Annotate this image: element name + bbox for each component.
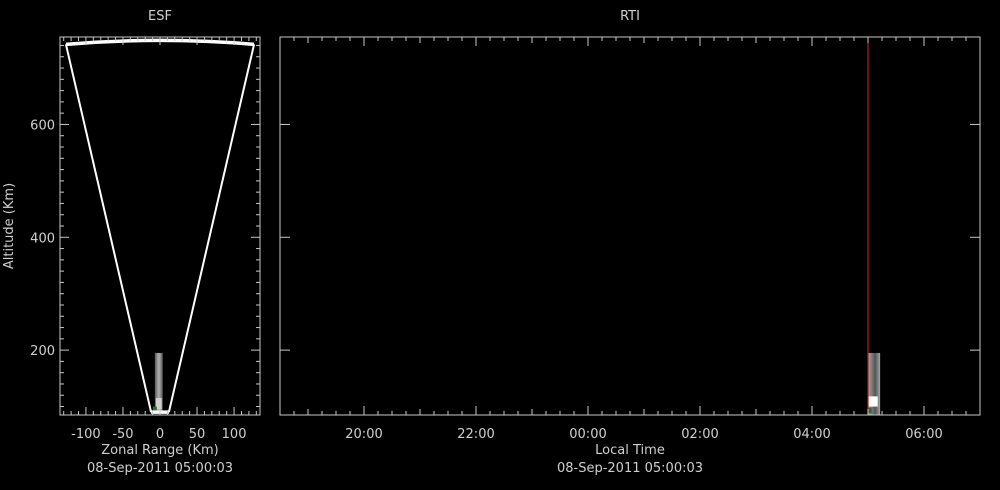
rti-x-tick-label: 02:00	[681, 427, 718, 442]
esf-beam-right-edge	[167, 44, 256, 413]
esf-timestamp: 08-Sep-2011 05:00:03	[87, 461, 233, 476]
esf-title: ESF	[148, 9, 172, 24]
rti-x-tick-label: 22:00	[457, 427, 494, 442]
esf-x-tick-label: -100	[71, 427, 101, 442]
esf-echo-region	[152, 352, 163, 414]
esf-panel: ESF Zonal Range (Km) 08-Sep-2011 05:00:0…	[2, 9, 261, 476]
esf-y-axis-label: Altitude (Km)	[2, 183, 17, 269]
esf-x-tick-label: -50	[112, 427, 133, 442]
esf-beam-left-edge	[64, 44, 153, 413]
esf-axes: -100 -50 0 50 100 200 400 600	[30, 36, 261, 442]
rti-panel: RTI Local Time 08-Sep-2011 05:00:03 20:0…	[279, 9, 981, 476]
rti-timestamp: 08-Sep-2011 05:00:03	[557, 461, 703, 476]
rti-x-tick-label: 00:00	[569, 427, 606, 442]
esf-x-axis-label: Zonal Range (Km)	[101, 443, 218, 458]
chart-canvas: ESF Zonal Range (Km) 08-Sep-2011 05:00:0…	[2, 9, 981, 476]
rti-echo-strong	[868, 396, 878, 407]
esf-y-tick-label: 400	[30, 231, 55, 246]
esf-x-tick-label: 100	[222, 427, 247, 442]
rti-x-tick-label: 04:00	[793, 427, 830, 442]
rti-title: RTI	[620, 9, 640, 24]
esf-y-tick-label: 600	[30, 118, 55, 133]
esf-y-tick-label: 200	[30, 344, 55, 359]
rti-x-tick-label: 06:00	[905, 427, 942, 442]
rti-echo-region	[868, 352, 881, 415]
esf-x-tick-label: 50	[189, 427, 206, 442]
esf-x-tick-label: 0	[156, 427, 164, 442]
rti-x-axis-label: Local Time	[595, 443, 665, 458]
rti-x-tick-label: 20:00	[345, 427, 382, 442]
